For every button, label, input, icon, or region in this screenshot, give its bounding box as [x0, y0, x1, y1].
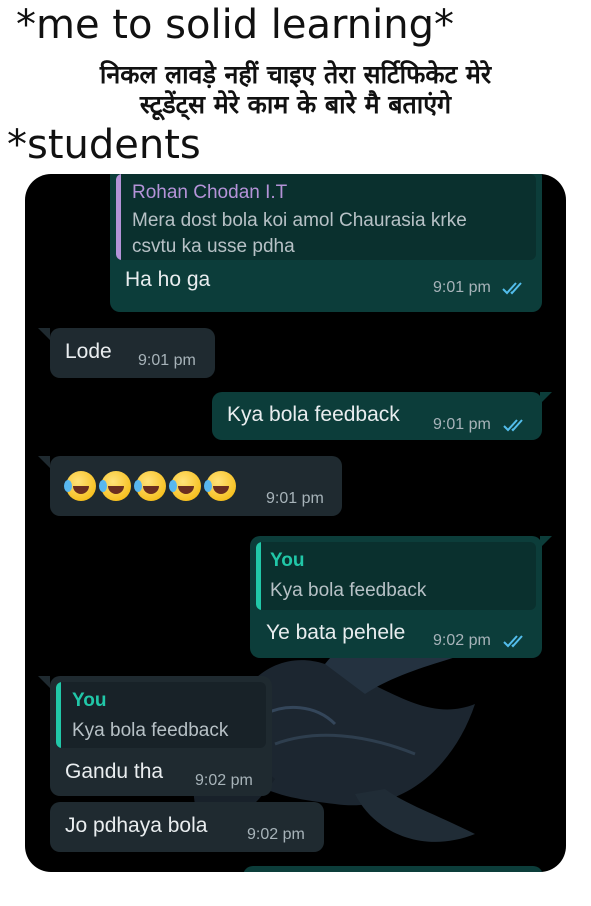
quoted-text: Kya bola feedback [72, 720, 229, 741]
meme-caption-students: *students [7, 122, 201, 168]
message-bubble-outgoing[interactable]: Rohan Chodan I.T Mera dost bola koi amol… [110, 174, 542, 312]
quoted-sender-name: You [270, 550, 305, 571]
rolling-on-floor-laughing-emoji-icon [99, 471, 131, 501]
emoji-row [64, 471, 246, 503]
quote-bar [256, 542, 261, 610]
message-text: Kya bola feedback [227, 403, 400, 426]
message-bubble-incoming[interactable]: You Kya bola feedback Gandu tha 9:02 pm [50, 676, 272, 796]
quoted-message[interactable]: You Kya bola feedback [56, 682, 266, 748]
bubble-tail [38, 328, 50, 340]
chat-screenshot: Rohan Chodan I.T Mera dost bola koi amol… [25, 174, 566, 872]
rolling-on-floor-laughing-emoji-icon [169, 471, 201, 501]
message-text: Gandu tha [65, 760, 164, 783]
meme-caption-top: *me to solid learning* [16, 2, 454, 48]
quote-bar [116, 174, 121, 260]
quoted-sender-name: You [72, 690, 107, 711]
message-time: 9:02 pm [247, 826, 305, 843]
quoted-message[interactable]: You Kya bola feedback [256, 542, 536, 610]
message-time: 9:01 pm [138, 352, 196, 369]
message-time: 9:01 pm [433, 279, 491, 296]
quoted-text: Kya bola feedback [270, 580, 427, 601]
rolling-on-floor-laughing-emoji-icon [204, 471, 236, 501]
read-double-tick-icon [503, 635, 523, 648]
message-bubble-outgoing[interactable]: Kya bola feedback 9:01 pm [212, 392, 542, 440]
message-bubble-incoming[interactable]: 9:01 pm [50, 456, 342, 516]
quote-bar [56, 682, 61, 748]
message-bubble-incoming[interactable]: Lode 9:01 pm [50, 328, 215, 378]
message-bubble-outgoing[interactable]: You Kya bola feedback Ye bata pehele 9:0… [250, 536, 542, 658]
rolling-on-floor-laughing-emoji-icon [64, 471, 96, 501]
message-text: Jo pdhaya bola [65, 814, 208, 837]
message-text: Lode [65, 340, 112, 363]
rolling-on-floor-laughing-emoji-icon [134, 471, 166, 501]
message-time: 9:02 pm [195, 772, 253, 789]
message-time: 9:02 pm [433, 632, 491, 649]
quoted-text: Mera dost bola koi amol Chaurasia krke c… [132, 210, 467, 257]
message-time: 9:01 pm [433, 416, 491, 433]
quoted-sender-name: Rohan Chodan I.T [132, 182, 288, 203]
read-double-tick-icon [502, 282, 522, 295]
message-bubble-outgoing-partial[interactable] [243, 866, 543, 872]
read-double-tick-icon [503, 419, 523, 432]
bubble-tail [38, 456, 50, 468]
message-time: 9:01 pm [266, 490, 324, 507]
bubble-tail [38, 676, 50, 688]
message-text: Ye bata pehele [266, 621, 406, 644]
message-text: Ha ho ga [125, 268, 211, 291]
quoted-message[interactable]: Rohan Chodan I.T Mera dost bola koi amol… [116, 174, 536, 260]
meme-caption-hindi: निकल लावड़े नहीं चाइए तेरा सर्टिफिकेट मे… [99, 60, 492, 119]
message-bubble-incoming[interactable]: Jo pdhaya bola 9:02 pm [50, 802, 324, 852]
